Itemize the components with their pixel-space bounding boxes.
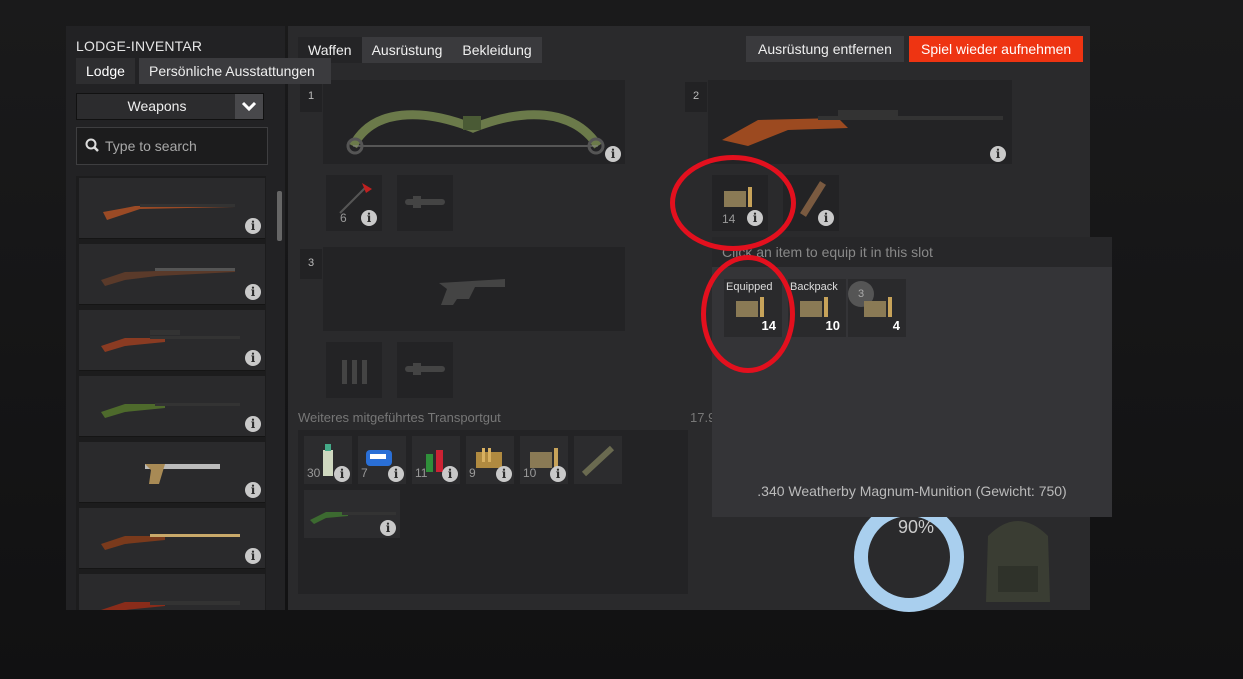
transport-item[interactable]: 7 i	[358, 436, 406, 484]
ammo-option-slot-3[interactable]: 3 4	[848, 279, 906, 337]
bullets-icon	[342, 360, 367, 384]
info-icon[interactable]: i	[245, 548, 261, 564]
sidebar-title: LODGE-INVENTAR	[76, 38, 203, 54]
item-count: 10	[523, 466, 537, 480]
rifle-icon	[101, 601, 240, 610]
scope-icon	[581, 445, 615, 477]
resume-game-button[interactable]: Spiel wieder aufnehmen	[909, 36, 1084, 62]
option-label: Backpack	[790, 281, 838, 293]
highlight-circle	[670, 155, 796, 251]
info-icon[interactable]: i	[496, 466, 512, 482]
transport-area: 30 i 7 i 11 i 9 i 10 i i	[298, 430, 688, 594]
info-icon[interactable]: i	[990, 146, 1006, 162]
rifle-icon	[101, 268, 235, 286]
transport-item[interactable]: 11 i	[412, 436, 460, 484]
item-count: 9	[469, 466, 476, 480]
info-icon[interactable]: i	[361, 210, 377, 226]
info-icon[interactable]: i	[380, 520, 396, 536]
weapon-card-pistol[interactable]: i	[79, 442, 265, 503]
slot-3-sight[interactable]	[397, 342, 453, 398]
weapon-card-bolt-rifle[interactable]: i	[79, 310, 265, 371]
category-tabs: Waffen Ausrüstung Bekleidung	[298, 37, 542, 63]
slot-1-ammo[interactable]: 6 i	[326, 175, 382, 231]
tab-clothing[interactable]: Bekleidung	[452, 37, 541, 63]
scope-icon	[405, 363, 445, 375]
tab-lodge[interactable]: Lodge	[76, 58, 135, 84]
device-icon	[366, 450, 392, 466]
shotgun-icon	[103, 204, 235, 220]
highlight-circle	[701, 255, 795, 373]
weapon-card-rifle[interactable]: i	[79, 244, 265, 305]
info-icon[interactable]: i	[334, 466, 350, 482]
transport-item[interactable]: i	[304, 490, 400, 538]
backpack-icon	[986, 521, 1050, 602]
tab-personal-equipment[interactable]: Persönliche Ausstattungen	[139, 58, 331, 84]
ammo-option-backpack[interactable]: Backpack 10	[788, 279, 846, 337]
item-count: 11	[415, 466, 428, 480]
slot-1-sight[interactable]	[397, 175, 453, 231]
weapon-slot-3[interactable]	[323, 247, 625, 331]
transport-item[interactable]: 10 i	[520, 436, 568, 484]
slot-1-number: 1	[300, 82, 322, 112]
info-icon[interactable]: i	[605, 146, 621, 162]
weapon-slot-1[interactable]: i	[323, 80, 625, 164]
info-icon[interactable]: i	[388, 466, 404, 482]
item-description: .340 Weatherby Magnum-Munition (Gewicht:…	[757, 483, 1067, 499]
tab-equipment[interactable]: Ausrüstung	[362, 37, 453, 63]
ammo-box-icon	[864, 297, 892, 317]
slot-3-number: 3	[300, 249, 322, 279]
category-dropdown-value: Weapons	[127, 98, 187, 114]
search-input[interactable]	[105, 128, 260, 164]
rifle-icon	[101, 534, 240, 550]
info-icon[interactable]: i	[245, 482, 261, 498]
info-icon[interactable]: i	[245, 218, 261, 234]
rifle-icon	[101, 330, 240, 352]
info-icon[interactable]: i	[245, 350, 261, 366]
info-icon[interactable]: i	[245, 416, 261, 432]
weight-percent: 90%	[898, 517, 935, 537]
remove-equipment-button[interactable]: Ausrüstung entfernen	[746, 36, 904, 62]
scope-icon	[405, 196, 445, 208]
option-count: 10	[825, 318, 840, 333]
item-count: 30	[307, 466, 321, 480]
transport-item[interactable]: 30 i	[304, 436, 352, 484]
ammo-count: 6	[340, 211, 347, 225]
info-icon[interactable]: i	[550, 466, 566, 482]
slot-3-ammo[interactable]	[326, 342, 382, 398]
rifle-icon	[101, 403, 240, 418]
item-count: 7	[361, 466, 368, 480]
list-scrollbar[interactable]	[277, 191, 282, 241]
transport-item[interactable]: 9 i	[466, 436, 514, 484]
compound-bow-icon	[346, 110, 605, 155]
search-icon	[85, 138, 99, 152]
weapon-card-green-rifle[interactable]: i	[79, 376, 265, 437]
search-box	[76, 127, 268, 165]
option-count: 4	[892, 318, 900, 333]
weapon-slot-2[interactable]: i	[708, 80, 1012, 164]
weapon-card-lever-rifle[interactable]: i	[79, 508, 265, 569]
info-icon[interactable]: i	[818, 210, 834, 226]
weapon-card-double-rifle[interactable]	[79, 574, 265, 610]
revolver-icon	[439, 279, 505, 305]
transport-item[interactable]	[574, 436, 622, 484]
slot-2-number: 2	[685, 82, 707, 112]
info-icon[interactable]: i	[442, 466, 458, 482]
chevron-down-icon[interactable]	[235, 94, 263, 119]
bolt-rifle-icon	[722, 110, 1003, 146]
category-dropdown[interactable]: Weapons	[76, 93, 264, 120]
transport-label: Weiteres mitgeführtes Transportgut	[298, 410, 501, 425]
weapon-list: i i i i i i	[76, 176, 266, 610]
weapon-card-shotgun[interactable]: i	[79, 178, 265, 239]
pistol-icon	[145, 464, 220, 484]
info-icon[interactable]: i	[245, 284, 261, 300]
inventory-sidebar: LODGE-INVENTAR Lodge Persönliche Ausstat…	[66, 26, 331, 610]
